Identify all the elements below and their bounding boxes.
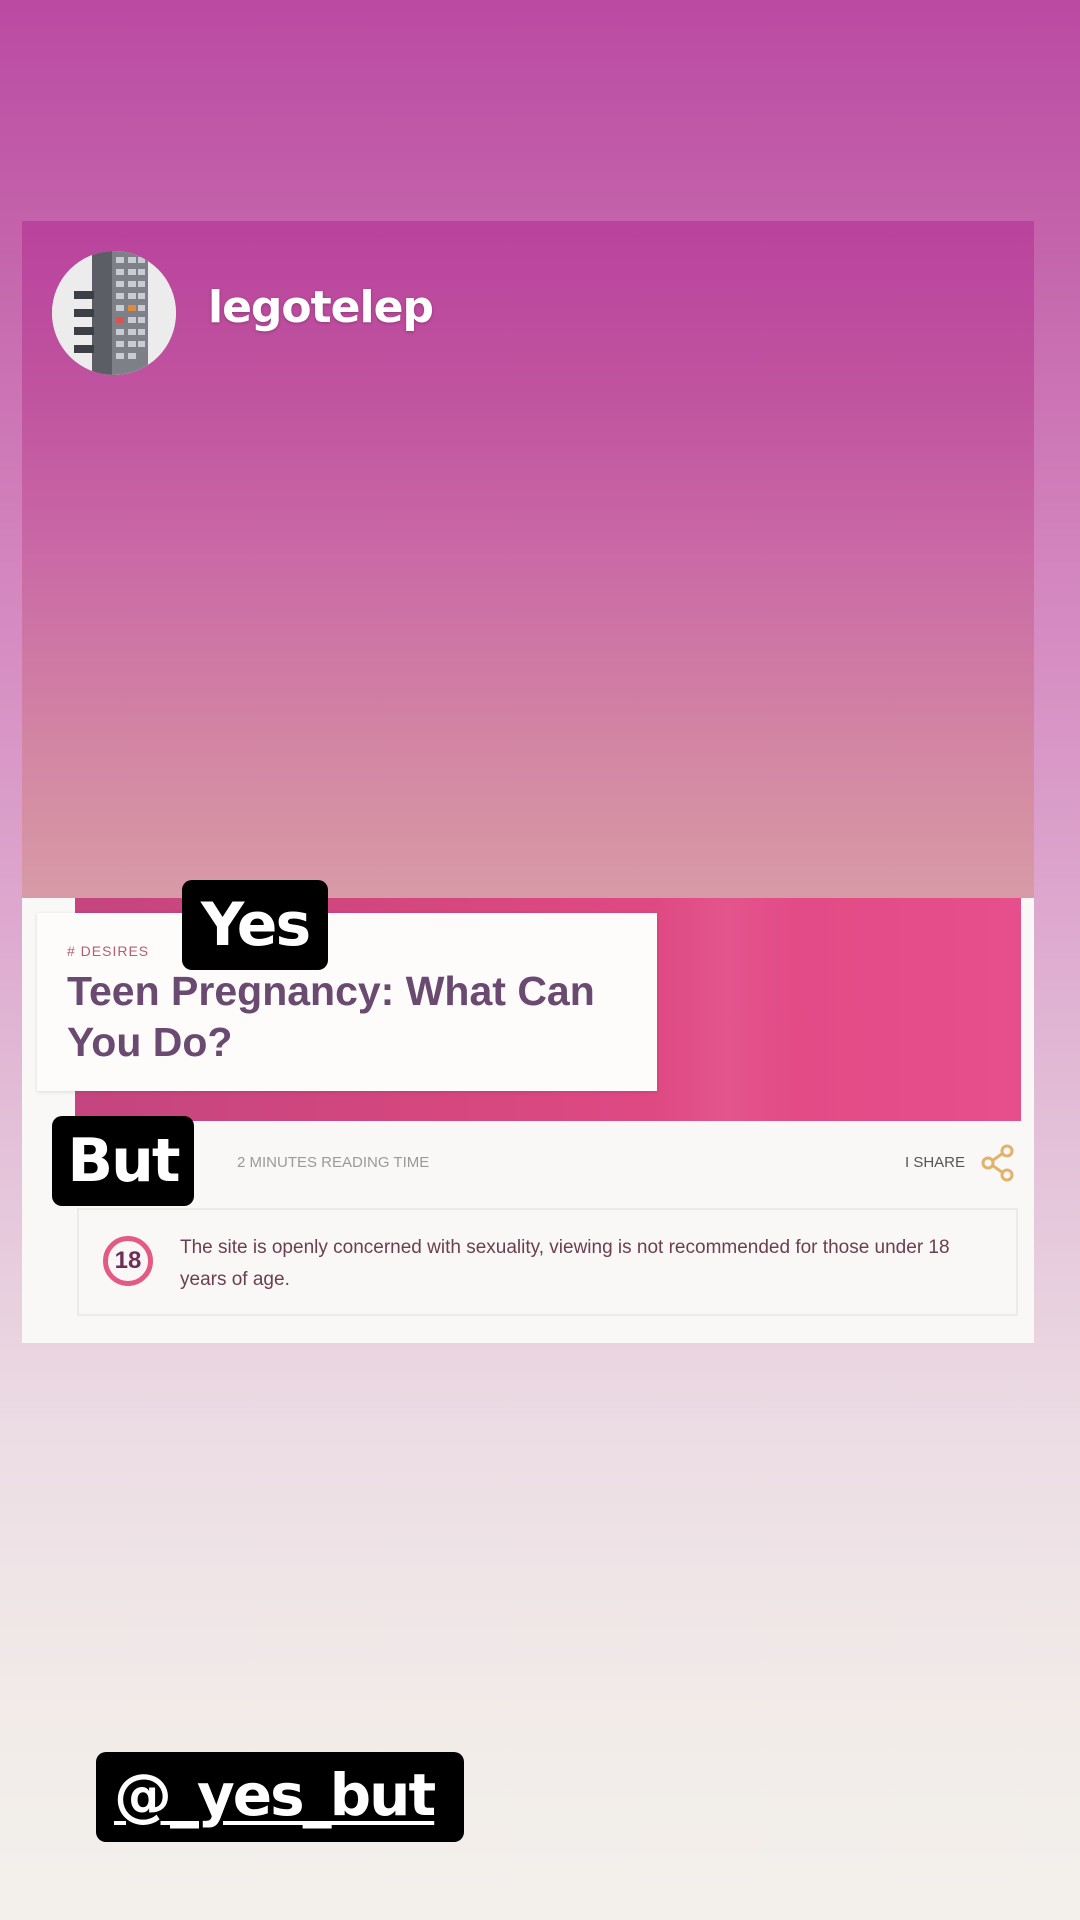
mention-sticker[interactable]: @_yes_but — [96, 1752, 464, 1842]
share-label[interactable]: I SHARE — [905, 1154, 965, 1171]
article-title-box: # DESIRES Teen Pregnancy: What Can You D… — [37, 913, 657, 1091]
age-18-badge: 18 — [103, 1236, 153, 1286]
age-warning-text: The site is openly concerned with sexual… — [180, 1237, 950, 1290]
age-warning-notice: 18 The site is openly concerned with sex… — [77, 1208, 1018, 1316]
share-icon[interactable] — [980, 1144, 1016, 1182]
but-sticker[interactable]: But — [52, 1116, 194, 1206]
article-title[interactable]: Teen Pregnancy: What Can You Do? — [67, 966, 627, 1068]
mention-text[interactable]: @_yes_but — [114, 1761, 436, 1829]
username[interactable]: legotelep — [208, 282, 434, 333]
hero-highlight — [655, 898, 795, 1121]
avatar[interactable] — [52, 251, 176, 375]
yes-sticker[interactable]: Yes — [182, 880, 328, 970]
building-photo-icon — [52, 251, 176, 375]
reading-time: 2 MINUTES READING TIME — [237, 1154, 430, 1171]
category-tag[interactable]: # DESIRES — [67, 943, 149, 959]
